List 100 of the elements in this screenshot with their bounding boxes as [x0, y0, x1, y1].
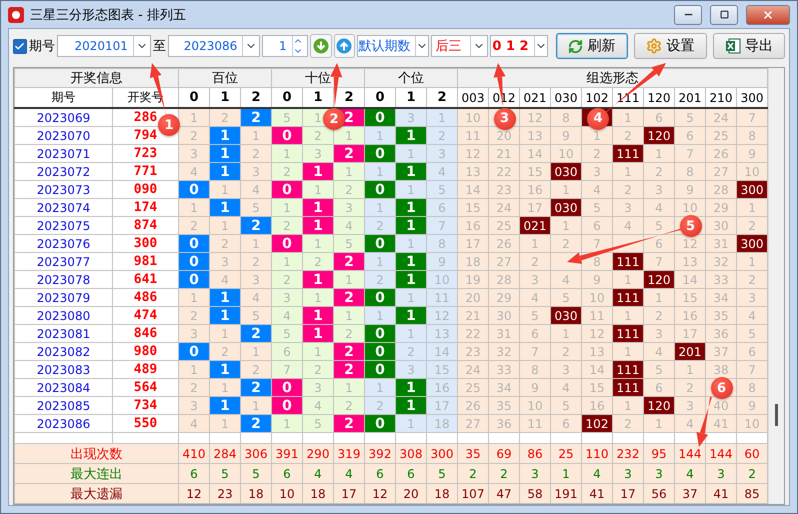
table-cell: 6 [736, 342, 768, 360]
table-cell: 1 [178, 288, 210, 306]
gear-icon [646, 38, 662, 54]
table-cell: 0 [364, 360, 396, 378]
summary-cell: 56 [644, 484, 674, 504]
table-cell: 22 [488, 162, 520, 180]
table-cell: 37 [706, 342, 736, 360]
digits-combo[interactable]: 0 1 2 [490, 35, 548, 57]
table-cell: 1 [302, 270, 334, 288]
table-cell: 1 [302, 324, 334, 342]
table-cell: 1 [178, 108, 210, 126]
table-cell: 2 [612, 414, 644, 432]
summary-cell: 86 [520, 444, 550, 464]
table-cell: 030 [550, 198, 582, 216]
table-cell: 7 [520, 342, 550, 360]
table-cell: 7 [644, 252, 674, 270]
table-cell: 2 [644, 162, 674, 180]
column-header: 1 [210, 88, 240, 108]
from-issue-combo[interactable]: 2020101 [56, 35, 151, 57]
table-cell: 8 [736, 378, 768, 396]
scrollbar[interactable] [768, 68, 784, 504]
table-cell: 1 [272, 414, 302, 432]
column-header: 102 [582, 88, 612, 108]
table-cell: 1 [396, 378, 426, 396]
table-cell: 29 [488, 288, 520, 306]
table-cell: 2 [334, 144, 364, 162]
issue-cell: 2023069 [14, 108, 112, 126]
up-arrow-button[interactable] [334, 34, 356, 58]
table-cell: 0 [178, 180, 210, 198]
table-cell: 14 [458, 180, 488, 198]
table-cell: 9 [426, 252, 458, 270]
table-cell: 3 [612, 198, 644, 216]
table-cell: 2 [426, 126, 458, 144]
table-cell: 12 [520, 108, 550, 126]
summary-cell: 58 [520, 484, 550, 504]
to-issue-combo[interactable]: 2023086 [168, 35, 260, 57]
table-cell: 15 [426, 360, 458, 378]
table-cell: 5 [644, 216, 674, 234]
table-cell: 9 [736, 144, 768, 162]
summary-cell: 232 [612, 444, 644, 464]
table-cell: 5 [302, 414, 334, 432]
table-cell: 5 [550, 396, 582, 414]
table-cell: 3 [178, 396, 210, 414]
table-cell: 1 [612, 162, 644, 180]
table-cell: 1 [550, 324, 582, 342]
summary-cell: 2 [736, 464, 768, 484]
table-cell: 0 [178, 252, 210, 270]
range-mode-combo[interactable]: 默认期数 [357, 35, 430, 57]
table-cell: 300 [736, 234, 768, 252]
table-cell: 1 [210, 396, 240, 414]
maximize-button[interactable] [710, 4, 738, 24]
table-cell: 1 [396, 324, 426, 342]
export-button[interactable]: 导出 [712, 33, 785, 59]
table-cell: 38 [706, 360, 736, 378]
close-button[interactable] [746, 4, 790, 24]
table-cell: 2 [520, 252, 550, 270]
table-cell: 2 [272, 216, 302, 234]
table-cell: 2 [334, 288, 364, 306]
table-cell: 120 [644, 270, 674, 288]
table-cell: 1 [302, 234, 334, 252]
issue-checkbox[interactable] [13, 38, 27, 54]
table-cell: 3 [426, 144, 458, 162]
column-header: 210 [706, 88, 736, 108]
summary-cell: 35 [458, 444, 488, 464]
step-spinner[interactable]: 1 [262, 35, 308, 57]
table-cell: 300 [736, 180, 768, 198]
table-cell: 111 [612, 360, 644, 378]
table-cell: 2 [272, 270, 302, 288]
table-cell: 5 [272, 324, 302, 342]
minimize-button[interactable] [674, 4, 702, 24]
position-combo[interactable]: 后三 [431, 35, 488, 57]
table-cell: 3 [396, 108, 426, 126]
summary-cell: 5 [426, 464, 458, 484]
table-cell: 2 [334, 342, 364, 360]
table-cell: 2 [178, 126, 210, 144]
settings-button[interactable]: 设置 [634, 33, 707, 59]
table-cell: 0 [272, 378, 302, 396]
table-cell: 2 [736, 216, 768, 234]
refresh-button[interactable]: 刷新 [556, 33, 628, 59]
table-cell: 16 [582, 396, 612, 414]
table-cell: 4 [178, 162, 210, 180]
table-cell: 1 [302, 162, 334, 180]
table-cell: 26 [706, 144, 736, 162]
summary-cell: 4 [302, 464, 334, 484]
table-cell: 1 [210, 414, 240, 432]
table-cell: 3 [396, 360, 426, 378]
table-cell: 1 [272, 252, 302, 270]
issue-cell: 2023073 [14, 180, 112, 198]
down-arrow-button[interactable] [310, 34, 332, 58]
draw-number-cell: 550 [112, 414, 178, 432]
table-cell: 1 [364, 126, 396, 144]
table-cell: 7 [426, 216, 458, 234]
table-cell: 1 [210, 198, 240, 216]
table-cell: 1 [644, 288, 674, 306]
draw-number-cell: 734 [112, 396, 178, 414]
table-cell: 15 [458, 198, 488, 216]
summary-cell: 410 [178, 444, 210, 464]
table-cell: 7 [674, 144, 706, 162]
issue-cell: 2023079 [14, 288, 112, 306]
summary-cell: 319 [334, 444, 364, 464]
